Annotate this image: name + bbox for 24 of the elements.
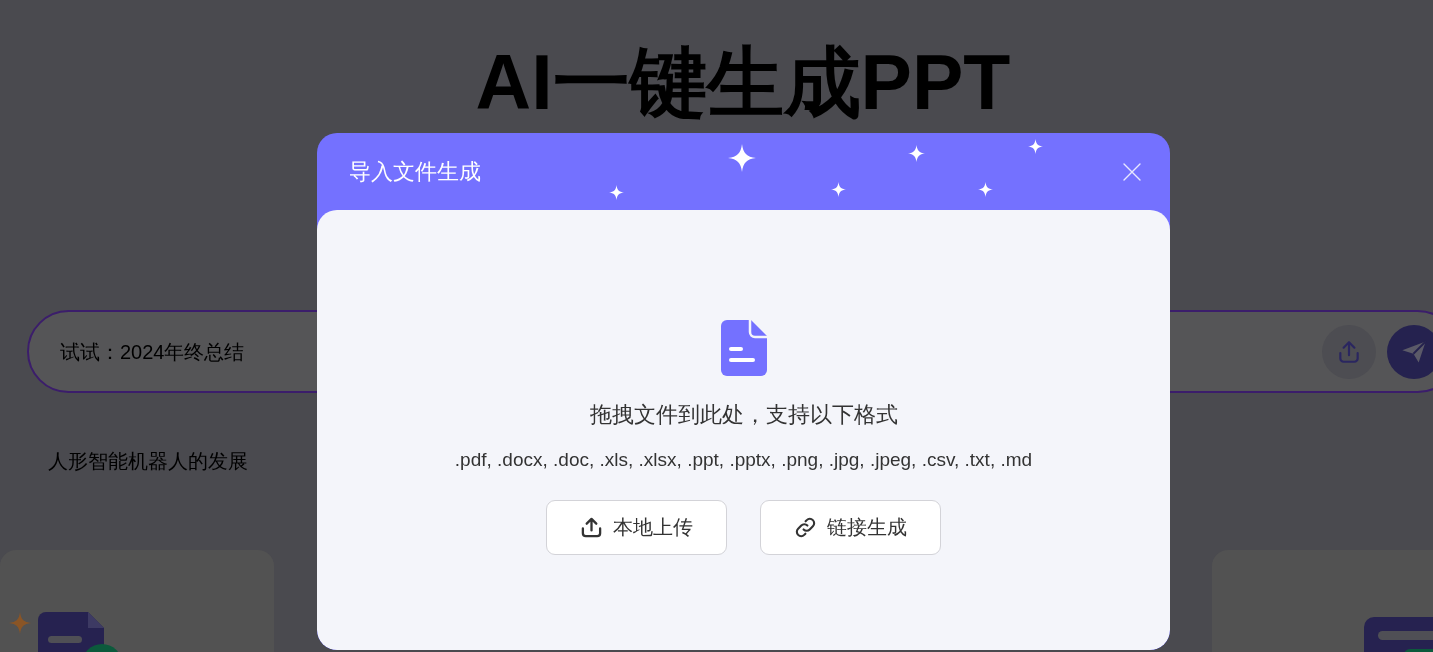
link-icon xyxy=(794,516,817,539)
search-field[interactable]: 试试：2024年终总结 xyxy=(60,337,296,366)
sparkle-icon xyxy=(9,612,31,634)
sparkle-icon xyxy=(1027,138,1043,154)
formats-text: .pdf, .docx, .doc, .xls, .xlsx, .ppt, .pptx, .png, .jpg, .jpeg, .csv, .txt, .md xyxy=(454,448,1033,472)
document-icon xyxy=(1364,617,1433,652)
drop-zone[interactable]: 拖拽文件到此处，支持以下格式 .pdf, .docx, .doc, .xls, .xlsx, .ppt, .pptx, .png, .jpg, .jpeg, .csv, .txt, .md 本地上传 链接生成 xyxy=(317,210,1170,650)
sparkle-icon xyxy=(830,181,846,197)
template-card[interactable] xyxy=(0,550,274,652)
document-icon xyxy=(38,612,118,652)
link-generate-button[interactable]: 链接生成 xyxy=(760,500,941,555)
close-icon xyxy=(1123,162,1141,181)
upload-icon xyxy=(1336,338,1362,365)
page-title: AI一键生成PPT xyxy=(475,38,1011,127)
sparkle-icon xyxy=(608,184,624,200)
drop-hint-text: 拖拽文件到此处，支持以下格式 xyxy=(589,401,898,429)
dialog-title: 导入文件生成 xyxy=(349,157,481,186)
send-button[interactable] xyxy=(1387,324,1433,379)
sparkle-icon xyxy=(907,144,925,162)
local-upload-button[interactable]: 本地上传 xyxy=(546,500,727,555)
document-icon xyxy=(720,320,767,376)
upload-icon xyxy=(580,516,603,539)
sparkle-icon xyxy=(977,181,993,197)
sparkle-icon xyxy=(728,144,756,172)
